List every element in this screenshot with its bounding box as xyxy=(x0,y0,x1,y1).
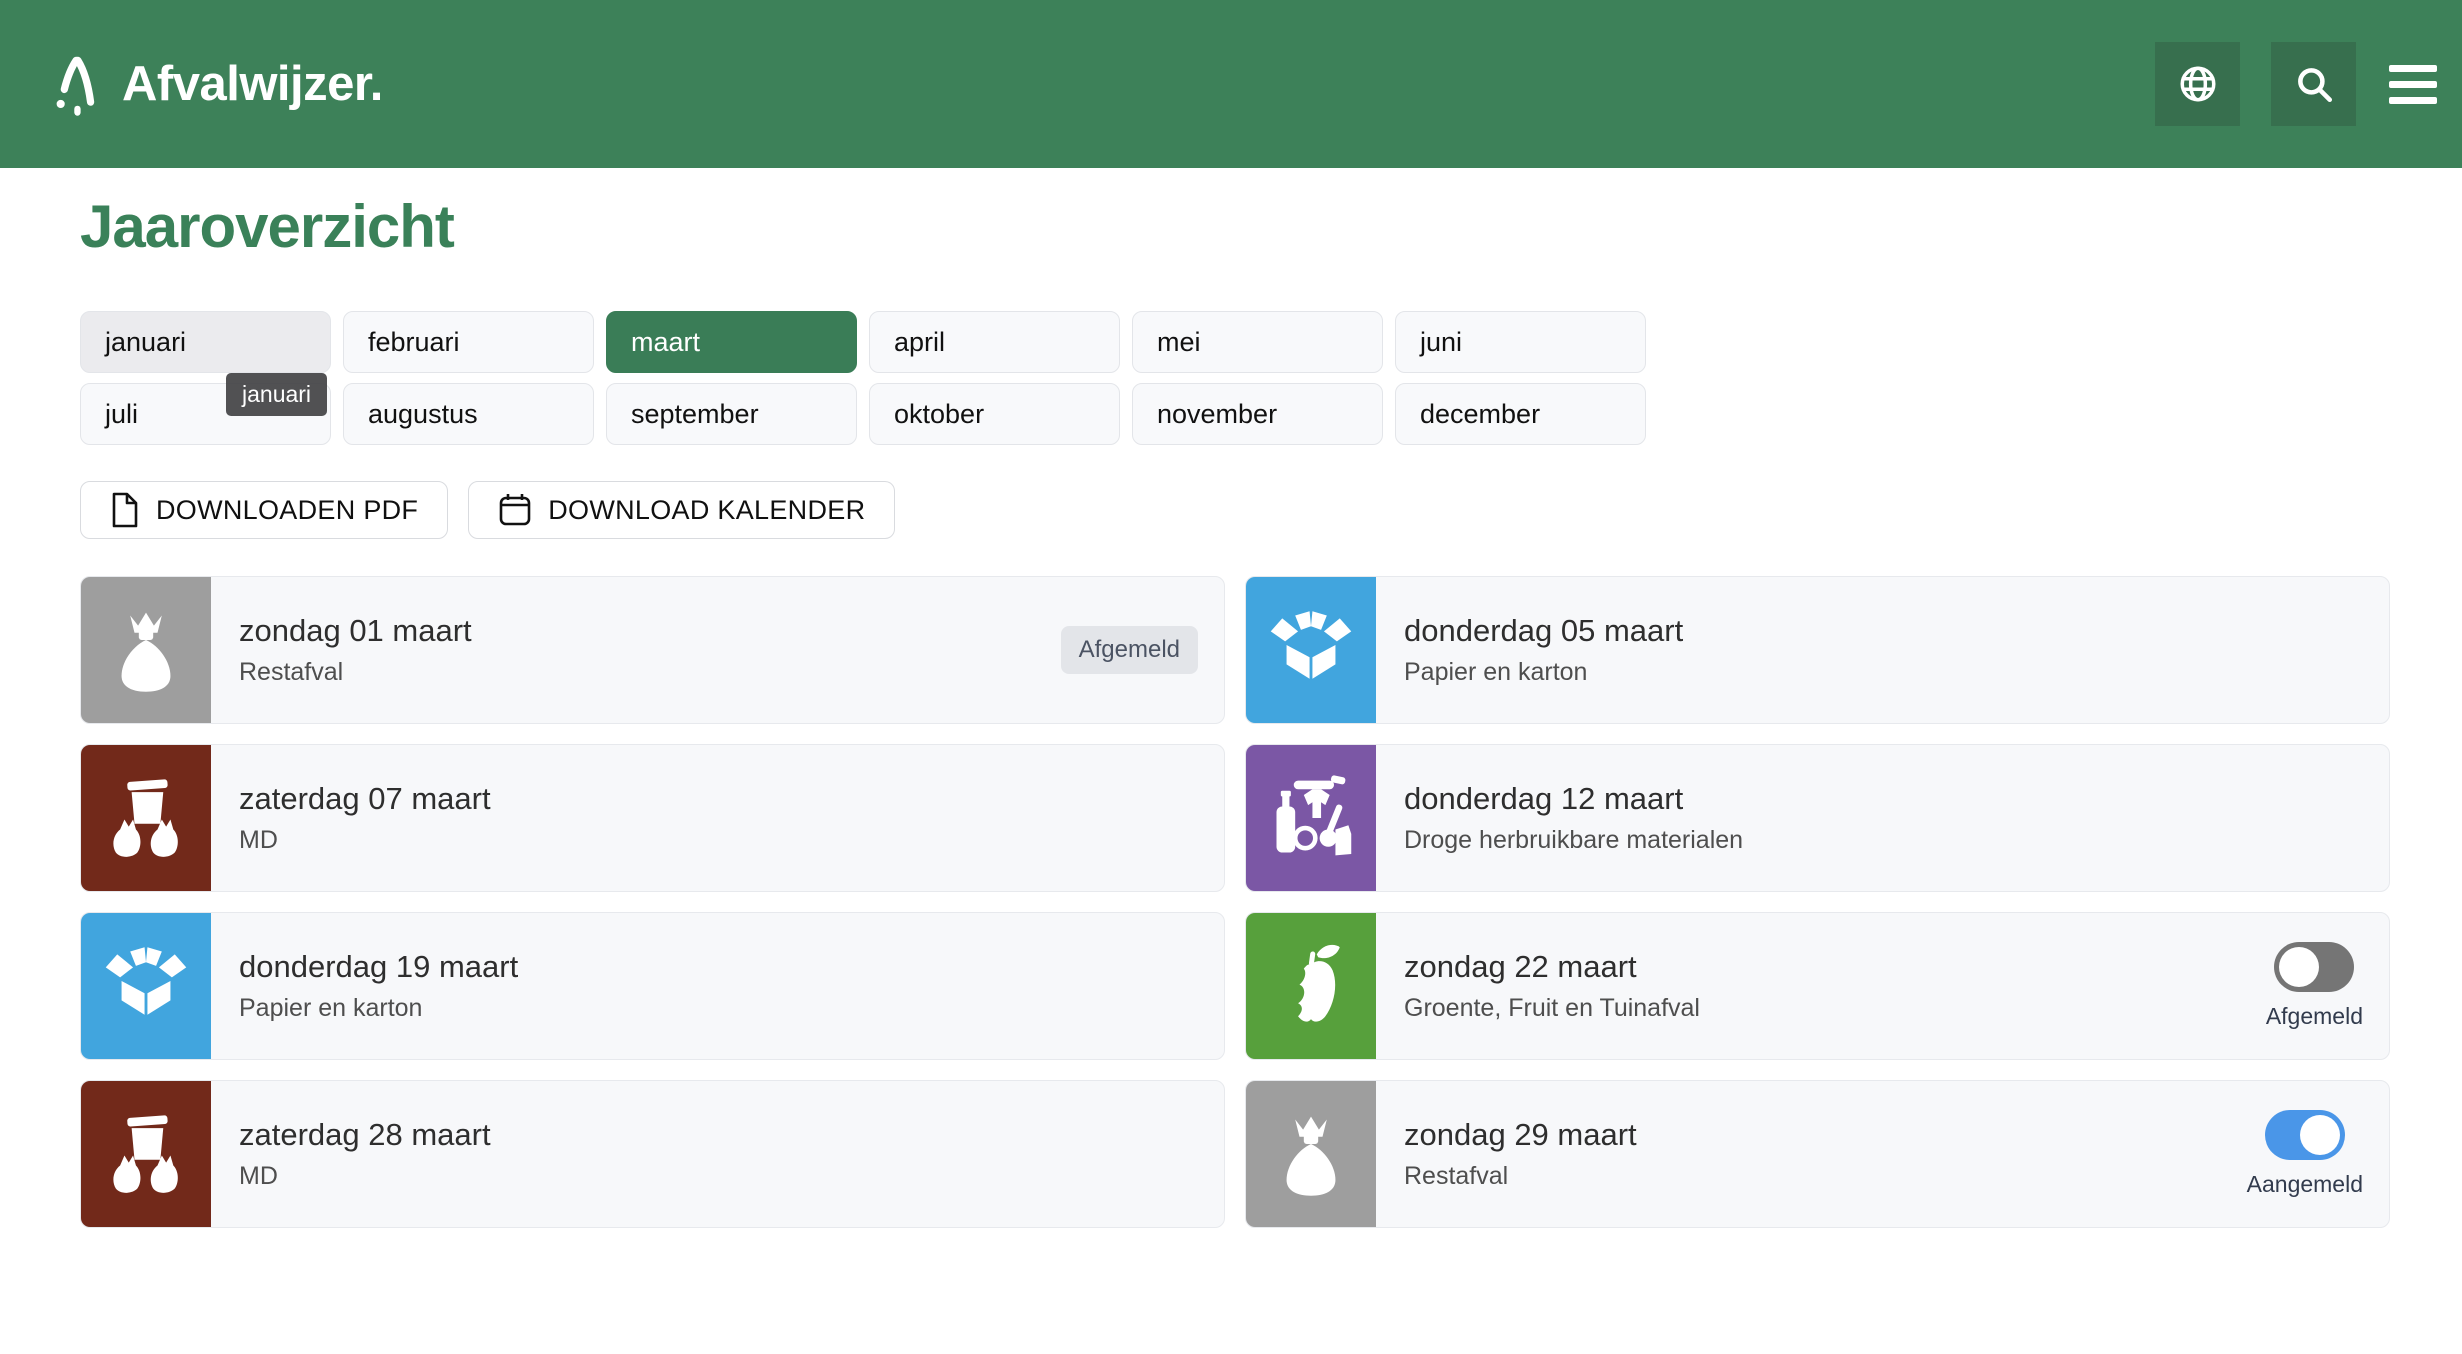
month-button-november[interactable]: november xyxy=(1132,383,1383,445)
month-button-mei[interactable]: mei xyxy=(1132,311,1383,373)
toggle-label: Afgemeld xyxy=(2266,1003,2363,1030)
collection-card: zaterdag 07 maart MD xyxy=(80,744,1225,892)
toggle-knob xyxy=(2300,1115,2340,1155)
optout-toggle[interactable] xyxy=(2274,942,2354,992)
month-tooltip: januari xyxy=(226,373,327,416)
month-button-juni[interactable]: juni xyxy=(1395,311,1646,373)
month-button-april[interactable]: april xyxy=(869,311,1120,373)
status-badge: Afgemeld xyxy=(1061,626,1198,674)
waste-type: Restafval xyxy=(239,658,472,687)
collection-date: donderdag 19 maart xyxy=(239,949,518,985)
waste-icon-tile xyxy=(1246,913,1376,1059)
download-pdf-button[interactable]: DOWNLOADEN PDF xyxy=(80,481,448,539)
header-actions xyxy=(2155,42,2437,126)
page-title: Jaaroverzicht xyxy=(80,192,2462,261)
waste-icon-tile xyxy=(1246,745,1376,891)
waste-icon-tile xyxy=(81,1081,211,1227)
toggle-label: Aangemeld xyxy=(2247,1171,2363,1198)
optin-toggle[interactable] xyxy=(2265,1110,2345,1160)
download-pdf-label: DOWNLOADEN PDF xyxy=(156,495,418,526)
search-button[interactable] xyxy=(2271,42,2356,126)
menu-icon xyxy=(2389,65,2437,72)
globe-icon xyxy=(2177,63,2219,105)
month-button-maart[interactable]: maart xyxy=(606,311,857,373)
waste-type: Droge herbruikbare materialen xyxy=(1404,826,1743,855)
collection-list: zondag 01 maart Restafval Afgemeld donde… xyxy=(80,576,2390,1228)
bin-and-bags-icon xyxy=(100,1108,192,1200)
document-icon xyxy=(110,492,140,528)
download-calendar-button[interactable]: DOWNLOAD KALENDER xyxy=(468,481,895,539)
waste-type: Papier en karton xyxy=(239,994,518,1023)
collection-card: zaterdag 28 maart MD xyxy=(80,1080,1225,1228)
trash-bag-icon xyxy=(100,604,192,696)
dry-materials-icon xyxy=(1265,772,1357,864)
collection-card: zondag 22 maart Groente, Fruit en Tuinaf… xyxy=(1245,912,2390,1060)
month-button-december[interactable]: december xyxy=(1395,383,1646,445)
calendar-icon xyxy=(498,492,532,528)
waste-icon-tile xyxy=(81,745,211,891)
brand-logo[interactable]: Afvalwijzer. xyxy=(48,49,383,119)
collection-date: donderdag 05 maart xyxy=(1404,613,1683,649)
waste-type: Papier en karton xyxy=(1404,658,1683,687)
bin-and-bags-icon xyxy=(100,772,192,864)
waste-icon-tile xyxy=(1246,1081,1376,1227)
collection-card: zondag 01 maart Restafval Afgemeld xyxy=(80,576,1225,724)
collection-card: donderdag 05 maart Papier en karton xyxy=(1245,576,2390,724)
brand-name: Afvalwijzer. xyxy=(122,56,383,112)
waste-type: Restafval xyxy=(1404,1162,1637,1191)
waste-type: Groente, Fruit en Tuinafval xyxy=(1404,994,1700,1023)
waste-icon-tile xyxy=(1246,577,1376,723)
toggle-knob xyxy=(2279,947,2319,987)
collection-card: donderdag 19 maart Papier en karton xyxy=(80,912,1225,1060)
collection-date: zondag 22 maart xyxy=(1404,949,1700,985)
collection-date: zondag 29 maart xyxy=(1404,1117,1637,1153)
cardboard-box-icon xyxy=(1265,604,1357,696)
collection-date: donderdag 12 maart xyxy=(1404,781,1743,817)
afvalwijzer-logo-icon xyxy=(48,49,106,119)
download-actions: DOWNLOADEN PDF DOWNLOAD KALENDER xyxy=(80,481,2462,539)
month-button-oktober[interactable]: oktober xyxy=(869,383,1120,445)
search-icon xyxy=(2293,63,2335,105)
waste-icon-tile xyxy=(81,913,211,1059)
collection-card: donderdag 12 maart Droge herbruikbare ma… xyxy=(1245,744,2390,892)
month-button-februari[interactable]: februari xyxy=(343,311,594,373)
menu-button[interactable] xyxy=(2389,65,2437,104)
waste-type: MD xyxy=(239,826,491,855)
collection-date: zaterdag 28 maart xyxy=(239,1117,491,1153)
month-button-september[interactable]: september xyxy=(606,383,857,445)
waste-type: MD xyxy=(239,1162,491,1191)
language-button[interactable] xyxy=(2155,42,2240,126)
month-picker: januari februari maart april mei juni ju… xyxy=(80,311,1670,445)
collection-date: zondag 01 maart xyxy=(239,613,472,649)
month-button-augustus[interactable]: augustus xyxy=(343,383,594,445)
trash-bag-icon xyxy=(1265,1108,1357,1200)
download-calendar-label: DOWNLOAD KALENDER xyxy=(548,495,865,526)
apple-core-icon xyxy=(1265,940,1357,1032)
collection-card: zondag 29 maart Restafval Aangemeld xyxy=(1245,1080,2390,1228)
cardboard-box-icon xyxy=(100,940,192,1032)
app-header: Afvalwijzer. xyxy=(0,0,2462,168)
waste-icon-tile xyxy=(81,577,211,723)
month-button-januari[interactable]: januari xyxy=(80,311,331,373)
collection-date: zaterdag 07 maart xyxy=(239,781,491,817)
